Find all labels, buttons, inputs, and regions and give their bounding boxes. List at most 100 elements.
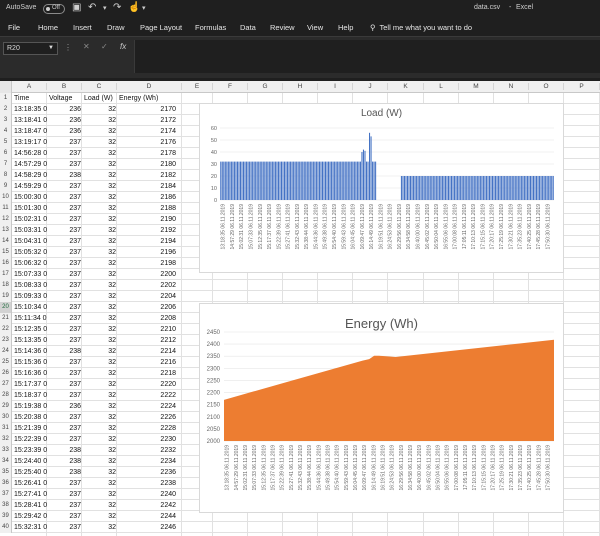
column-header[interactable]: I <box>318 83 353 90</box>
cell-energy[interactable]: 2212 <box>117 335 176 346</box>
row-number[interactable]: 9 <box>0 181 12 192</box>
row-number[interactable]: 11 <box>0 203 12 214</box>
cell-load[interactable]: 32 <box>82 170 116 181</box>
cell-voltage[interactable]: 236 <box>47 126 81 137</box>
cell-time[interactable]: 15:09:33 0 <box>14 291 48 302</box>
undo-dropdown-icon[interactable]: ▾ <box>103 4 107 12</box>
cell-energy[interactable]: 2198 <box>117 258 176 269</box>
cell-time[interactable]: 15:01:30 0 <box>14 203 48 214</box>
cell-load[interactable]: 32 <box>82 324 116 335</box>
row-number[interactable]: 31 <box>0 423 12 434</box>
cell-time[interactable]: 15:20:38 0 <box>14 412 48 423</box>
row-number[interactable]: 1 <box>0 93 12 104</box>
row-number[interactable]: 32 <box>0 434 12 445</box>
cell-load[interactable]: 32 <box>82 214 116 225</box>
row-number[interactable]: 15 <box>0 247 12 258</box>
cell-energy[interactable]: 2232 <box>117 445 176 456</box>
cell-energy[interactable]: 2206 <box>117 302 176 313</box>
column-header[interactable]: E <box>182 83 213 90</box>
cell-time[interactable]: 15:24:40 0 <box>14 456 48 467</box>
customize-toolbar-icon[interactable]: ▾ <box>142 4 146 12</box>
row-number[interactable]: 37 <box>0 489 12 500</box>
cell-load[interactable]: 32 <box>82 478 116 489</box>
cell-voltage[interactable]: 237 <box>47 390 81 401</box>
row-number[interactable]: 10 <box>0 192 12 203</box>
cell-voltage[interactable]: 237 <box>47 225 81 236</box>
menu-data[interactable]: Data <box>240 23 256 32</box>
cell-load[interactable]: 32 <box>82 357 116 368</box>
cell-time[interactable]: 13:18:41 0 <box>14 115 48 126</box>
cell-load[interactable]: 32 <box>82 181 116 192</box>
cell-energy[interactable]: 2190 <box>117 214 176 225</box>
cell-time[interactable]: 15:32:31 0 <box>14 522 48 533</box>
cell-time[interactable]: 14:58:29 0 <box>14 170 48 181</box>
cell-load[interactable]: 32 <box>82 236 116 247</box>
cell-time[interactable]: 14:57:29 0 <box>14 159 48 170</box>
cell-energy[interactable]: 2174 <box>117 126 176 137</box>
name-box[interactable]: R20 ▼ <box>3 42 58 55</box>
row-number[interactable]: 6 <box>0 148 12 159</box>
cell-voltage[interactable]: 236 <box>47 104 81 115</box>
cell-load[interactable]: 32 <box>82 379 116 390</box>
cell-energy[interactable]: 2186 <box>117 192 176 203</box>
cell-energy[interactable]: 2192 <box>117 225 176 236</box>
cell-energy[interactable]: 2204 <box>117 291 176 302</box>
cell-energy[interactable]: 2216 <box>117 357 176 368</box>
cell-voltage[interactable]: 237 <box>47 269 81 280</box>
row-number[interactable]: 24 <box>0 346 12 357</box>
cell-time[interactable]: 14:56:28 0 <box>14 148 48 159</box>
cell-voltage[interactable]: 237 <box>47 489 81 500</box>
row-number[interactable]: 4 <box>0 126 12 137</box>
cell-voltage[interactable]: 237 <box>47 247 81 258</box>
tell-me-search[interactable]: ⚲ Tell me what you want to do <box>370 23 472 32</box>
cell-time[interactable]: 15:02:31 0 <box>14 214 48 225</box>
worksheet-grid[interactable]: ABCDEFGHIJKLMNOP 1 Time Voltage Load (W) Ene… <box>0 81 600 536</box>
touch-mode-icon[interactable]: ☝ <box>128 2 140 13</box>
cell-time[interactable]: 15:29:42 0 <box>14 511 48 522</box>
cell-energy[interactable]: 2188 <box>117 203 176 214</box>
cell-energy[interactable]: 2178 <box>117 148 176 159</box>
cell-energy[interactable]: 2184 <box>117 181 176 192</box>
column-header[interactable]: N <box>494 83 529 90</box>
menu-insert[interactable]: Insert <box>73 23 92 32</box>
cell-voltage[interactable]: 237 <box>47 335 81 346</box>
menu-formulas[interactable]: Formulas <box>195 23 226 32</box>
cell-time[interactable]: 15:08:33 0 <box>14 280 48 291</box>
cell-load[interactable]: 32 <box>82 225 116 236</box>
row-number[interactable]: 26 <box>0 368 12 379</box>
cell-voltage[interactable]: 237 <box>47 434 81 445</box>
menu-review[interactable]: Review <box>270 23 295 32</box>
cell-load[interactable]: 32 <box>82 148 116 159</box>
row-number[interactable]: 27 <box>0 379 12 390</box>
cell-energy[interactable]: 2228 <box>117 423 176 434</box>
cell-energy[interactable]: 2238 <box>117 478 176 489</box>
cell-energy[interactable]: 2224 <box>117 401 176 412</box>
header-cell-voltage[interactable]: Voltage <box>49 93 82 104</box>
cell-load[interactable]: 32 <box>82 434 116 445</box>
cell-energy[interactable]: 2230 <box>117 434 176 445</box>
cell-voltage[interactable]: 237 <box>47 181 81 192</box>
formula-input[interactable] <box>134 40 600 73</box>
cell-load[interactable]: 32 <box>82 258 116 269</box>
cell-voltage[interactable]: 237 <box>47 302 81 313</box>
autosave-toggle[interactable]: Off <box>43 4 65 14</box>
cell-energy[interactable]: 2210 <box>117 324 176 335</box>
cell-voltage[interactable]: 237 <box>47 192 81 203</box>
cell-energy[interactable]: 2218 <box>117 368 176 379</box>
cell-load[interactable]: 32 <box>82 368 116 379</box>
row-number[interactable]: 22 <box>0 324 12 335</box>
cell-energy[interactable]: 2236 <box>117 467 176 478</box>
column-header[interactable]: F <box>213 83 248 90</box>
cell-time[interactable]: 15:04:31 0 <box>14 236 48 247</box>
cell-voltage[interactable]: 236 <box>47 401 81 412</box>
cell-load[interactable]: 32 <box>82 269 116 280</box>
cell-time[interactable]: 13:18:47 0 <box>14 126 48 137</box>
column-header[interactable]: A <box>12 83 47 90</box>
row-number[interactable]: 13 <box>0 225 12 236</box>
cell-energy[interactable]: 2214 <box>117 346 176 357</box>
cell-load[interactable]: 32 <box>82 511 116 522</box>
cell-energy[interactable]: 2196 <box>117 247 176 258</box>
cell-energy[interactable]: 2234 <box>117 456 176 467</box>
cell-voltage[interactable]: 237 <box>47 522 81 533</box>
cell-voltage[interactable]: 237 <box>47 379 81 390</box>
